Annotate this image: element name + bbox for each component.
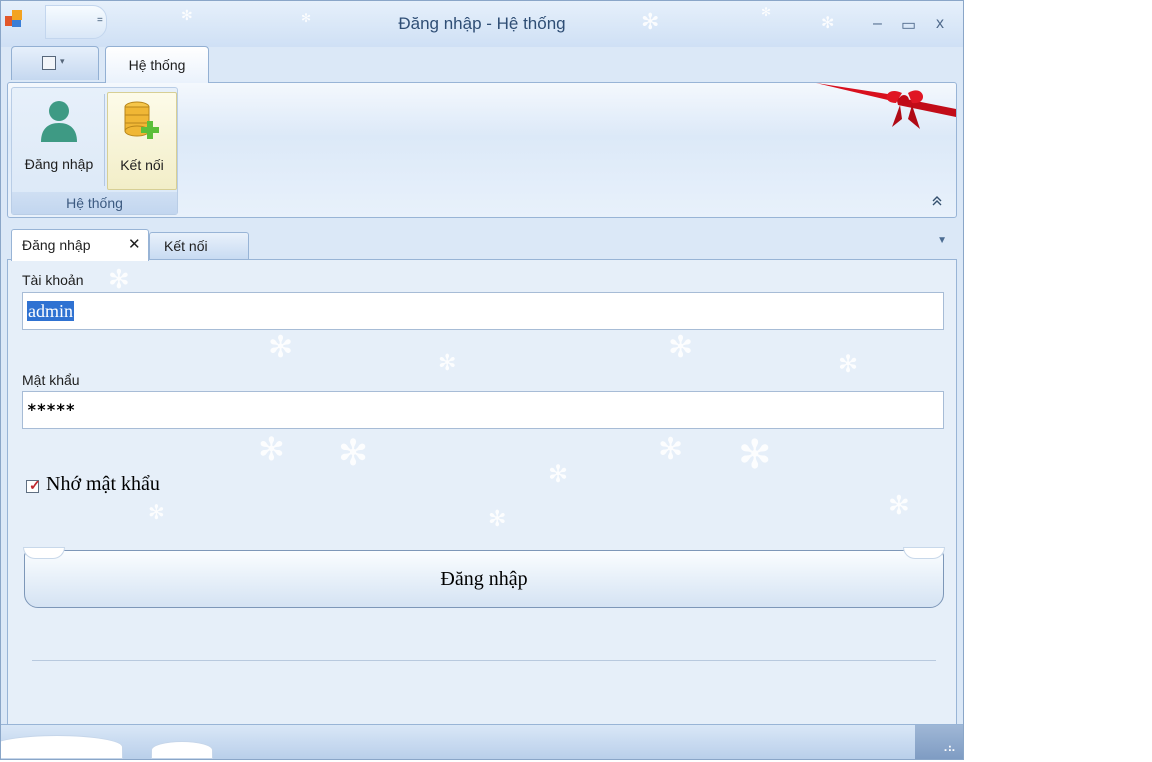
application-menu-button[interactable]: ▾	[11, 46, 99, 80]
snowflake-icon: ✻	[258, 431, 285, 467]
tab-dang-nhap[interactable]: Đăng nhập ✕	[11, 229, 149, 261]
snowflake-icon: ✻	[738, 433, 772, 477]
user-icon	[41, 101, 77, 142]
snowbank-decoration	[151, 741, 213, 759]
login-button[interactable]: Đăng nhập	[23, 547, 945, 608]
ribbon-group-he-thong: Đăng nhập Kết nối Hệ thống	[11, 87, 178, 215]
ribbon-separator	[104, 94, 105, 186]
snowflake-icon: ✻	[548, 461, 569, 488]
snowflake-icon: ✻	[838, 351, 859, 378]
remember-password-checkbox[interactable]: ✓	[26, 477, 41, 493]
username-value: admin	[27, 301, 74, 321]
password-label: Mật khẩu	[22, 372, 80, 388]
document-area: Đăng nhập ✕ Kết nối ▼ ✻ ✻ ✻ ✻ ✻ ✻ ✻ ✻ ✻ …	[7, 225, 957, 731]
login-button-label: Đăng nhập	[440, 568, 528, 590]
tab-list-dropdown-icon[interactable]: ▼	[937, 235, 947, 246]
ribbon-connect-label: Kết nối	[120, 157, 164, 173]
snowflake-icon: ✻	[148, 502, 165, 524]
app-window: = Đăng nhập - Hệ thống – ▭ x ✻ ✻ ✻ ✻ ✻ ▾…	[0, 0, 964, 760]
tab-he-thong[interactable]: Hệ thống	[105, 46, 209, 83]
chevron-down-icon: ▾	[60, 56, 65, 66]
username-label: Tài khoản	[22, 272, 84, 288]
window-title: Đăng nhập - Hệ thống	[398, 14, 566, 33]
minimize-button[interactable]: –	[873, 15, 882, 33]
close-button[interactable]: x	[936, 15, 944, 33]
snow-cap-decoration	[903, 547, 945, 559]
ribbon-connect-button[interactable]: Kết nối	[107, 92, 177, 190]
database-add-icon	[124, 101, 159, 139]
snowflake-icon: ✻	[658, 433, 684, 466]
username-input[interactable]: admin	[22, 292, 944, 330]
snowflake-icon: ✻	[888, 490, 910, 520]
divider	[32, 660, 936, 661]
snow-cap-decoration	[23, 547, 65, 559]
status-bar: ⠠⠦	[1, 724, 963, 759]
tab-dang-nhap-label: Đăng nhập	[22, 237, 91, 253]
snowflake-icon: ✻	[488, 506, 507, 531]
ribbon: Đăng nhập Kết nối Hệ thống	[7, 82, 957, 218]
close-tab-icon[interactable]: ✕	[128, 235, 141, 253]
checkmark-icon: ✓	[29, 477, 41, 493]
ribbon-login-label: Đăng nhập	[24, 156, 94, 172]
title-bar: = Đăng nhập - Hệ thống – ▭ x ✻ ✻ ✻ ✻ ✻	[1, 1, 963, 47]
collapse-ribbon-icon[interactable]	[932, 195, 942, 209]
tab-ket-noi[interactable]: Kết nối	[149, 232, 249, 259]
snowflake-icon: ✻	[268, 331, 294, 364]
tab-ket-noi-label: Kết nối	[164, 238, 208, 254]
login-panel: ✻ ✻ ✻ ✻ ✻ ✻ ✻ ✻ ✻ ✻ ✻ ✻ ✻ Tài khoản admi…	[7, 259, 957, 731]
snowflake-icon: ✻	[438, 350, 457, 375]
resize-grip[interactable]: ⠠⠦	[915, 725, 963, 759]
password-input[interactable]: *****	[22, 391, 944, 429]
snowflake-icon: ✻	[108, 264, 130, 294]
snowflake-icon: ✻	[338, 432, 369, 473]
ribbon-group-caption: Hệ thống	[12, 192, 177, 214]
ribbon-login-button[interactable]: Đăng nhập	[14, 92, 104, 190]
snowbank-decoration	[1, 735, 123, 759]
menu-icon	[42, 56, 56, 70]
maximize-button[interactable]: ▭	[901, 15, 916, 35]
ribbon-bow-decoration	[816, 83, 956, 129]
remember-password-label[interactable]: Nhớ mật khẩu	[46, 473, 160, 496]
snowflake-icon: ✻	[668, 331, 694, 364]
